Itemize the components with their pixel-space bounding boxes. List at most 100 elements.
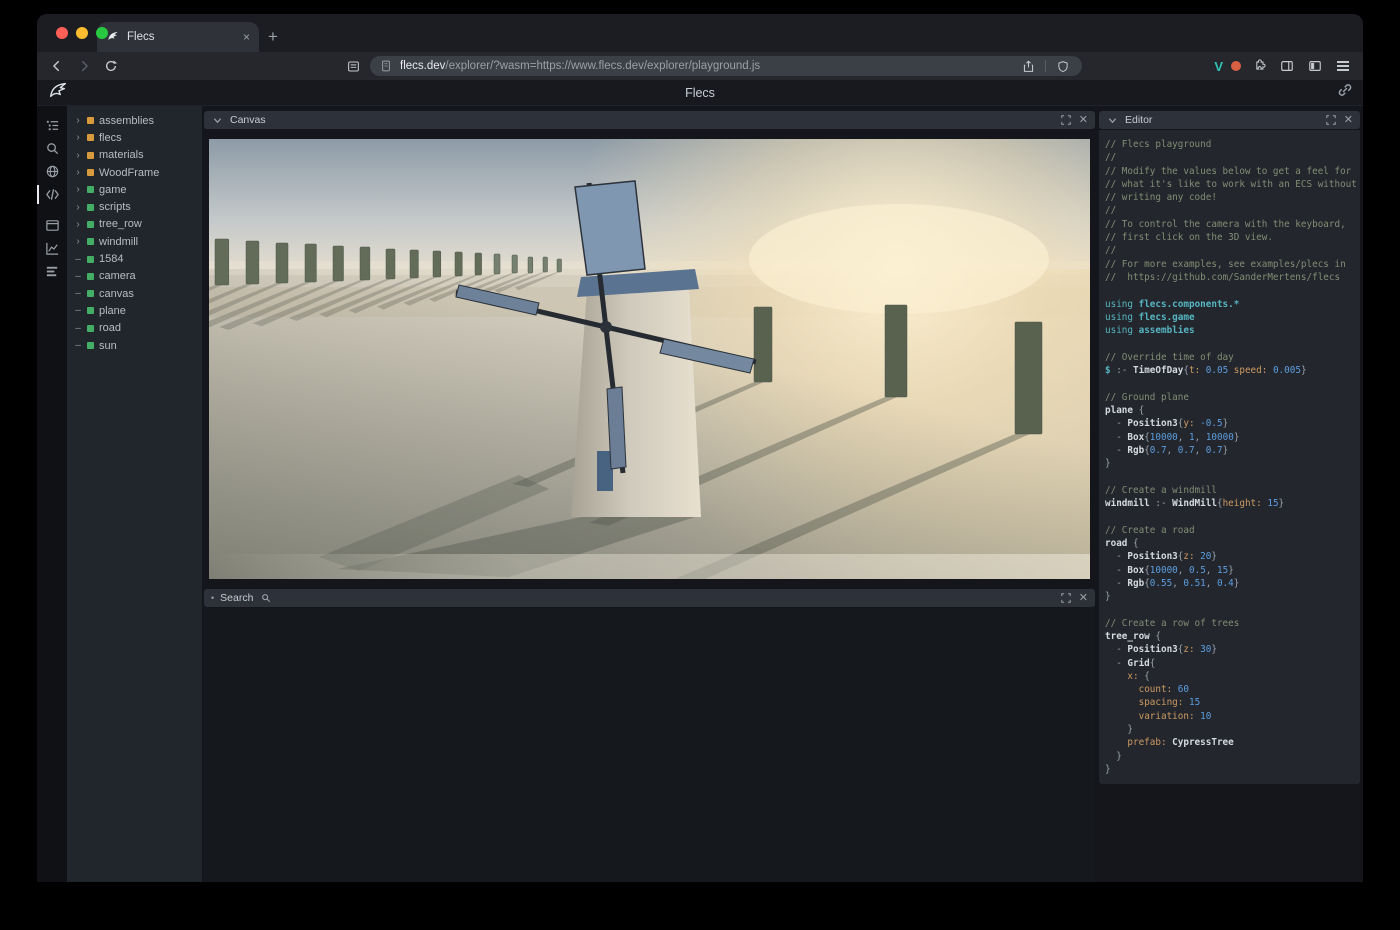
tree-item-game[interactable]: › game: [67, 181, 202, 198]
tree-item-flecs[interactable]: ›flecs: [67, 129, 202, 146]
tree-item-1584[interactable]: – 1584: [67, 250, 202, 267]
extension-dot-button[interactable]: [1231, 61, 1241, 71]
share-button[interactable]: [1018, 56, 1038, 76]
url-path: /explorer/?wasm=https://www.flecs.dev/ex…: [445, 60, 760, 72]
editor-panel-title: Editor: [1125, 114, 1152, 126]
tree-item-label: 1584: [99, 253, 123, 265]
forward-button[interactable]: [74, 56, 94, 76]
close-panel-button[interactable]: ✕: [1344, 115, 1353, 126]
tree-item-label: WoodFrame: [99, 167, 159, 179]
tree-item-tree_row[interactable]: ›tree_row: [67, 216, 202, 233]
tree-item-sun[interactable]: –sun: [67, 337, 202, 354]
chevron-right-icon[interactable]: ›: [74, 202, 82, 213]
browser-tab[interactable]: Flecs ×: [97, 22, 259, 52]
window-controls: [56, 27, 108, 39]
editor-code[interactable]: // Flecs playground//// Modify the value…: [1099, 130, 1360, 784]
entity-square-icon: [87, 221, 94, 228]
tree-item-label: plane: [99, 305, 126, 317]
close-panel-button[interactable]: ✕: [1079, 593, 1088, 604]
zoom-window-button[interactable]: [96, 27, 108, 39]
tree-item-label: camera: [99, 270, 136, 282]
close-panel-button[interactable]: ✕: [1079, 115, 1088, 126]
editor-column: Editor ✕ // Flecs playground//// Modify …: [1097, 106, 1363, 882]
search-results-area: [204, 608, 1095, 882]
tab-close-button[interactable]: ×: [243, 31, 250, 43]
tree-item-label: game: [99, 184, 127, 196]
tree-item-canvas[interactable]: – canvas: [67, 285, 202, 302]
url-domain: flecs.dev: [400, 60, 445, 72]
search-panel-header: • Search ✕: [204, 589, 1095, 607]
profiler-panel-icon[interactable]: [37, 260, 67, 283]
flecs-explorer-page: Flecs: [37, 80, 1363, 882]
close-window-button[interactable]: [56, 27, 68, 39]
browser-window: Flecs × + flecs.dev/explorer/?wasm=https…: [37, 14, 1363, 882]
editor-panel-header: Editor ✕: [1099, 111, 1360, 129]
expand-panel-button[interactable]: [1060, 592, 1073, 605]
tree-item-label: sun: [99, 340, 117, 352]
stats-panel-icon[interactable]: [37, 237, 67, 260]
search-panel-title: Search: [220, 592, 253, 604]
split-view-button[interactable]: [1305, 56, 1325, 76]
entity-square-icon: [87, 342, 94, 349]
chevron-right-icon[interactable]: ›: [74, 115, 82, 126]
tree-item-road[interactable]: – road: [67, 320, 202, 337]
expand-panel-button[interactable]: [1325, 114, 1338, 127]
leaf-marker-icon: –: [74, 288, 82, 299]
page-info-icon[interactable]: [379, 56, 393, 76]
side-panel-button[interactable]: [1277, 56, 1297, 76]
shields-button[interactable]: [1053, 56, 1073, 76]
panel-marker-icon[interactable]: •: [211, 593, 214, 603]
entity-square-icon: [87, 238, 94, 245]
tree-item-label: scripts: [99, 201, 131, 213]
canvas-3d-view[interactable]: [209, 139, 1090, 579]
entity-square-icon: [87, 307, 94, 314]
tree-item-camera[interactable]: –camera: [67, 268, 202, 285]
tree-item-label: canvas: [99, 288, 134, 300]
tree-item-plane[interactable]: –plane: [67, 302, 202, 319]
extensions-puzzle-button[interactable]: [1249, 56, 1269, 76]
tree-item-WoodFrame[interactable]: › WoodFrame: [67, 164, 202, 181]
icon-rail: [37, 106, 67, 882]
chevron-right-icon[interactable]: ›: [74, 132, 82, 143]
address-bar[interactable]: flecs.dev/explorer/?wasm=https://www.fle…: [370, 56, 1082, 76]
module-square-icon: [87, 117, 94, 124]
chevron-right-icon[interactable]: ›: [74, 167, 82, 178]
search-panel-icon[interactable]: [37, 137, 67, 160]
chevron-down-icon[interactable]: [1106, 114, 1119, 127]
chevron-down-icon[interactable]: [211, 114, 224, 127]
canvas-panel-header: Canvas ✕: [204, 111, 1095, 129]
inspector-panel-icon[interactable]: [37, 214, 67, 237]
menu-button[interactable]: [1333, 56, 1353, 76]
chevron-right-icon[interactable]: ›: [74, 150, 82, 161]
chevron-right-icon[interactable]: ›: [74, 236, 82, 247]
chevron-right-icon[interactable]: ›: [74, 184, 82, 195]
extension-v-button[interactable]: V: [1214, 59, 1223, 74]
back-button[interactable]: [47, 56, 67, 76]
tab-strip: Flecs × +: [37, 14, 1363, 52]
module-square-icon: [87, 152, 94, 159]
page-body: ›assemblies›flecs›materials›WoodFrame›ga…: [37, 106, 1363, 882]
tree-item-materials[interactable]: ›materials: [67, 147, 202, 164]
leaf-marker-icon: –: [74, 323, 82, 334]
tree-item-assemblies[interactable]: ›assemblies: [67, 112, 202, 129]
reload-button[interactable]: [101, 56, 121, 76]
new-tab-button[interactable]: +: [259, 23, 287, 51]
entities-panel-icon[interactable]: [37, 114, 67, 137]
windmill-scene: [209, 139, 1090, 579]
tree-item-windmill[interactable]: › windmill: [67, 233, 202, 250]
entity-tree: ›assemblies›flecs›materials›WoodFrame›ga…: [67, 106, 202, 882]
canvas-panel-title: Canvas: [230, 114, 266, 126]
world-panel-icon[interactable]: [37, 160, 67, 183]
extensions-area: V: [1214, 56, 1353, 76]
entity-square-icon: [87, 290, 94, 297]
expand-panel-button[interactable]: [1060, 114, 1073, 127]
bookmarks-panel-button[interactable]: [343, 56, 363, 76]
module-square-icon: [87, 169, 94, 176]
minimize-window-button[interactable]: [76, 27, 88, 39]
tree-item-label: road: [99, 322, 121, 334]
leaf-marker-icon: –: [74, 254, 82, 265]
tree-item-scripts[interactable]: › scripts: [67, 198, 202, 215]
tree-item-label: windmill: [99, 236, 138, 248]
editor-panel-icon[interactable]: [37, 183, 67, 206]
chevron-right-icon[interactable]: ›: [74, 219, 82, 230]
